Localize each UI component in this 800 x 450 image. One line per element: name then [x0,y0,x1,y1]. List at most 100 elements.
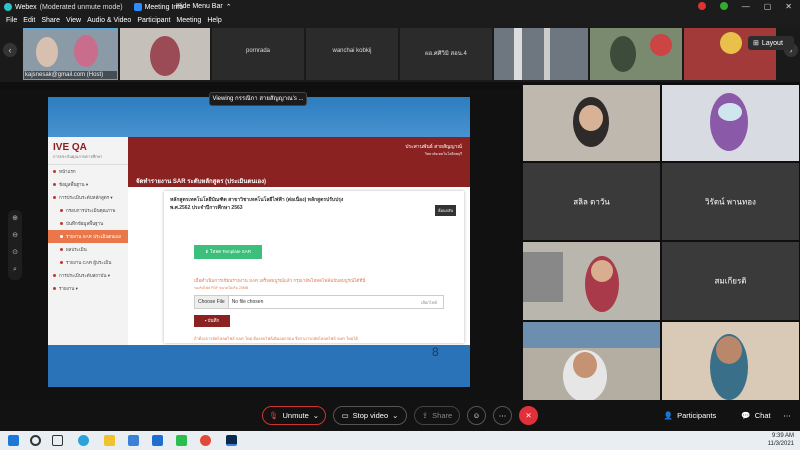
back-button[interactable]: ย้อนกลับ [435,205,456,216]
menu-help[interactable]: Help [207,17,221,24]
menu-file[interactable]: File [6,17,17,24]
unmute-button[interactable]: 🎙 Unmute ⌄ [262,406,326,425]
save-button[interactable]: ▪ บันทึก [194,315,230,327]
menu-meeting[interactable]: Meeting [176,17,201,24]
sidebar-item-home[interactable]: หน้าแรก [48,165,128,178]
sidebar-item-label: รายงาน ▾ [59,286,78,291]
thumbnail-video[interactable] [590,28,682,80]
sidebar-item-reports[interactable]: รายงาน ▾ [48,282,128,295]
video-tile[interactable]: สลิล ดาวัน [523,163,660,240]
layout-button[interactable]: ⊞ Layout [748,36,794,50]
sidebar-item-label: ผลประเมิน [66,247,87,252]
person-image [710,93,748,151]
choose-file-button[interactable]: Choose File [195,296,229,308]
file-explorer-icon[interactable] [104,435,115,446]
video-tile[interactable]: วิรัตน์ พานทอง [662,163,799,240]
shared-screen: IVE QA การประกันคุณภาพการศึกษา หน้าแรก ข… [48,97,470,387]
video-tile-name: สมเกียรติ [714,276,747,286]
line-app-icon[interactable] [176,435,187,446]
zoom-out-icon[interactable]: ⊖ [8,227,22,244]
reactions-button[interactable]: ☺ [467,406,486,425]
participants-button[interactable]: 👤 Participants [660,406,720,425]
sidebar-item-label: ข้อมูลพื้นฐาน ▾ [59,182,89,187]
video-tile[interactable] [662,85,799,161]
mail-icon[interactable] [152,435,163,446]
video-tile[interactable] [523,322,660,400]
strip-left-arrow-icon[interactable]: ‹ [3,43,17,57]
search-icon[interactable] [30,435,41,446]
thumbnail-host[interactable]: kajsnesak@gmail.com (Host) [23,28,118,80]
restore-icon[interactable]: ▢ [764,2,772,11]
thumbnail-video[interactable] [494,28,588,80]
minimize-icon[interactable]: — [742,2,750,11]
video-tile[interactable] [662,322,799,400]
thumbnail-director[interactable]: ผอ.ศศิวิมิ สอน.4 [400,28,492,80]
sidebar-item-sar-report[interactable]: รายงาน SAR ประเมินตนเอง [48,230,128,243]
bullet-icon [60,261,63,264]
close-icon[interactable]: ✕ [785,2,792,11]
stop-video-button[interactable]: ▭ Stop video ⌄ [333,406,407,425]
brand-subtitle: การประกันคุณภาพการศึกษา [53,153,103,159]
menu-participant[interactable]: Participant [137,17,170,24]
person-image [74,35,98,67]
windows-start-icon[interactable] [8,435,19,446]
chevron-down-icon: ⌄ [392,411,399,420]
menu-edit[interactable]: Edit [23,17,35,24]
zoom-in-icon[interactable]: ⊕ [8,210,22,227]
app-mode: (Moderated unmute mode) [39,3,123,11]
sidebar-item-institution-assessment[interactable]: การประเมินระดับสถาบัน ▾ [48,269,128,282]
sidebar-item-record-data[interactable]: บันทึกข้อมูลพื้นฐาน [48,217,128,230]
zoom-fit-icon[interactable]: ⊙ [8,244,22,261]
thumbnail-name [590,78,682,80]
webex-logo-icon [4,3,12,11]
thumbnail-video[interactable] [120,28,210,80]
sidebar-item-label: รายงาน SAR ประเมินตนเอง [66,234,121,239]
face-image [573,352,597,378]
video-tile[interactable] [523,85,660,161]
stop-video-label: Stop video [352,411,389,420]
chat-button[interactable]: 💬 Chat [736,406,776,425]
more-options-button[interactable]: ⋯ [493,406,512,425]
connection-icon [719,2,728,10]
search-icon[interactable]: ⌕ [8,261,22,278]
emblem-image [650,34,672,56]
video-tile[interactable]: สมเกียรติ [662,242,799,320]
face-image [716,336,742,364]
system-clock[interactable]: 9:39 AM 11/3/2021 [768,432,794,448]
banner-image [523,322,660,348]
menu-audio-video[interactable]: Audio & Video [87,17,131,24]
sidebar-item-car-report[interactable]: รายงาน CAR ผู้ประเมิน [48,256,128,269]
unmute-label: Unmute [282,411,309,420]
share-button[interactable]: ⇪ Share [414,406,460,425]
edge-browser-icon[interactable] [78,435,89,446]
file-input[interactable]: Choose File No file chosen เลือกไฟล์ [194,295,444,309]
save-label: บันทึก [207,318,220,323]
person-image [150,36,180,76]
sidebar-item-basic-info[interactable]: ข้อมูลพื้นฐาน ▾ [48,178,128,191]
sidebar-item-results[interactable]: ผลประเมิน [48,243,128,256]
bullet-icon [53,287,56,290]
sidebar-item-program-assessment[interactable]: การประเมินระดับหลักสูตร ▾ [48,191,128,204]
sidebar-item-label: กรอบการประเมินคุณภาพ [66,208,116,213]
face-image [579,105,603,131]
video-tile[interactable] [523,242,660,320]
menu-share[interactable]: Share [41,17,60,24]
download-template-button[interactable]: ⬇ โหลด Template SAR [194,245,262,259]
bullet-icon [60,235,63,238]
download-label: โหลด Template SAR [209,249,252,254]
sidebar-item-framework[interactable]: กรอบการประเมินคุณภาพ [48,204,128,217]
shared-sidebar: IVE QA การประกันคุณภาพการศึกษา หน้าแรก ข… [48,137,128,345]
task-view-icon[interactable] [52,435,63,446]
participants-icon: 👤 [663,411,674,420]
thumbnail-wanchai[interactable]: wanchai kobkij [306,28,398,80]
more-panels-button[interactable]: ⋯ [780,406,794,425]
thumbnail-pornrada[interactable]: pornrada [212,28,304,80]
hide-menu-bar-button[interactable]: Hide Menu Bar ⌃ [176,3,232,11]
store-icon[interactable] [128,435,139,446]
webex-taskbar-icon[interactable] [226,435,237,446]
leave-meeting-button[interactable]: ✕ [519,406,538,425]
menu-view[interactable]: View [66,17,81,24]
sidebar-item-label: การประเมินระดับหลักสูตร ▾ [59,195,113,200]
chrome-icon[interactable] [200,435,211,446]
person-image [610,36,636,72]
